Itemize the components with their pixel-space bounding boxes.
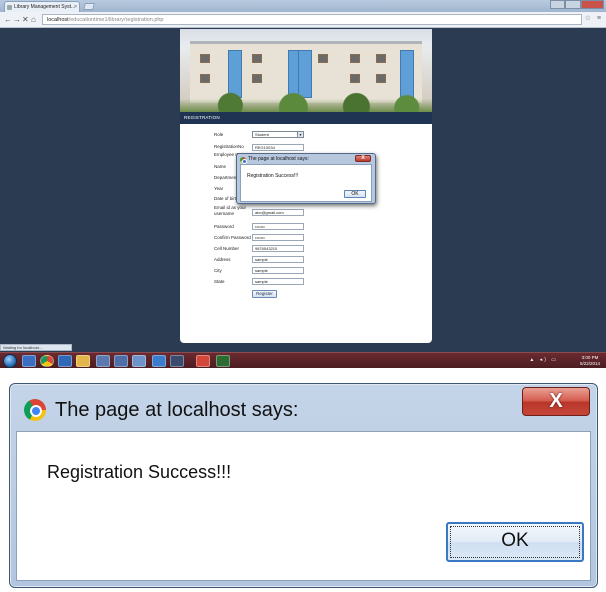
- ok-button-small[interactable]: OK: [344, 190, 366, 198]
- dialog-message: Registration Success!!!: [47, 462, 232, 482]
- chrome-icon: [240, 157, 247, 164]
- browser-tabstrip: Library Management Syst... ×: [0, 0, 606, 12]
- confirm-password-field[interactable]: •••••••: [252, 234, 304, 241]
- trees-graphic: [180, 90, 432, 112]
- new-tab-button[interactable]: [83, 3, 95, 10]
- app-icon-4[interactable]: [170, 355, 184, 367]
- email-field[interactable]: abc@gmail.com: [252, 209, 304, 216]
- status-bar: Waiting for localhost...: [0, 344, 72, 351]
- stop-icon[interactable]: ✕: [22, 15, 29, 25]
- url-path: /educationtime1/library/registration.php: [68, 17, 164, 23]
- role-value: Student: [255, 132, 269, 137]
- role-select[interactable]: Student ▾: [252, 131, 304, 138]
- forward-arrow-icon[interactable]: →: [13, 15, 21, 25]
- app-icon-5[interactable]: [196, 355, 210, 367]
- explorer-icon[interactable]: [76, 355, 90, 367]
- back-arrow-icon[interactable]: ←: [4, 15, 12, 25]
- screenshot-overview: Library Management Syst... × ← → ✕ ⌂ loc…: [0, 0, 606, 368]
- system-tray[interactable]: ▲ ◂) ▭: [529, 357, 558, 363]
- home-icon[interactable]: ⌂: [31, 15, 36, 25]
- tab-title: Library Management Syst...: [14, 4, 76, 10]
- chrome-taskbar-icon[interactable]: [40, 355, 54, 367]
- dialog-body: Registration Success!!! OK: [16, 431, 591, 581]
- register-button[interactable]: Register: [252, 290, 277, 298]
- ok-button[interactable]: OK: [446, 522, 584, 562]
- url-host: localhost: [47, 17, 69, 23]
- dialog-title-small: The page at localhost says:: [248, 156, 309, 162]
- address-bar[interactable]: localhost/educationtime1/library/registr…: [42, 14, 582, 25]
- tab-close-icon[interactable]: ×: [74, 2, 77, 12]
- dialog-title: The page at localhost says:: [55, 399, 299, 421]
- password-field[interactable]: •••••••: [252, 223, 304, 230]
- window-controls: [550, 0, 604, 9]
- app-icon-2[interactable]: [114, 355, 128, 367]
- dialog-close-button[interactable]: X: [522, 387, 590, 416]
- section-header: REGISTRATION: [180, 112, 432, 124]
- city-field[interactable]: sample: [252, 267, 304, 274]
- media-player-icon[interactable]: [58, 355, 72, 367]
- banner-image: [180, 29, 432, 112]
- dialog-message-small: Registration Success!!!: [247, 173, 299, 179]
- taskbar: ▲ ◂) ▭ 3:00 PM 5/22/2014: [0, 352, 606, 368]
- state-field[interactable]: sample: [252, 278, 304, 285]
- regd-field[interactable]: REG10034: [252, 144, 304, 151]
- dialog-close-button-small[interactable]: X: [355, 155, 371, 162]
- clock-date: 5/22/2014: [579, 361, 600, 366]
- app-icon-1[interactable]: [96, 355, 110, 367]
- minimize-button[interactable]: [550, 0, 566, 9]
- clock[interactable]: 3:00 PM 5/22/2014: [580, 355, 600, 367]
- alert-dialog: The page at localhost says: X Registrati…: [9, 383, 598, 588]
- browser-toolbar: ← → ✕ ⌂ localhost/educationtime1/library…: [0, 12, 606, 28]
- chrome-icon: [24, 399, 46, 421]
- word-icon[interactable]: [152, 355, 166, 367]
- ie-icon[interactable]: [22, 355, 36, 367]
- bookmark-menu-icons[interactable]: ☆ ≡: [585, 14, 603, 22]
- app-icon-3[interactable]: [132, 355, 146, 367]
- maximize-button[interactable]: [565, 0, 581, 9]
- address-field[interactable]: sample: [252, 256, 304, 263]
- email-label: Email id as your username: [214, 205, 247, 216]
- chevron-down-icon: ▾: [297, 132, 303, 137]
- start-button[interactable]: [3, 354, 17, 368]
- dialog-body-small: Registration Success!!! OK: [240, 164, 372, 202]
- cell-field[interactable]: 9876543210: [252, 245, 304, 252]
- alert-dialog-small: The page at localhost says: X Registrati…: [236, 153, 376, 204]
- browser-tab[interactable]: Library Management Syst... ×: [4, 1, 80, 12]
- terminal-icon[interactable]: [216, 355, 230, 367]
- tab-favicon-icon: [7, 5, 12, 10]
- window-close-button[interactable]: [580, 0, 604, 9]
